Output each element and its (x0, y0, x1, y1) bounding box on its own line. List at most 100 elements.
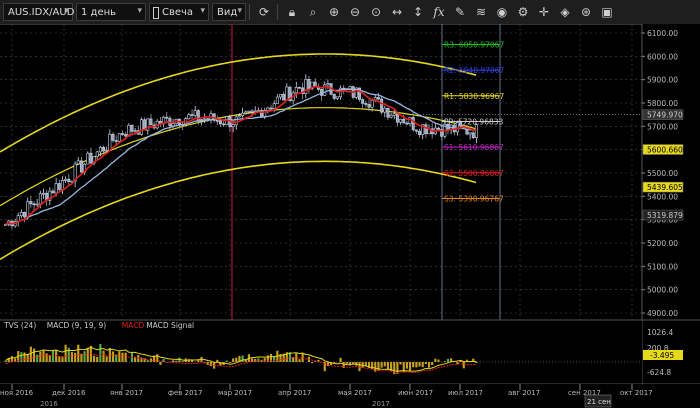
channel-lower (0, 160, 477, 260)
timeframe-value: 1 день (81, 6, 117, 18)
macd-histogram-bar (4, 360, 7, 362)
price-label: 5319.879 (647, 211, 683, 220)
candle-body (196, 110, 200, 122)
candle-body (411, 117, 415, 131)
screenshot-icon[interactable]: ▣ (597, 2, 617, 22)
macd-histogram-bar (348, 362, 352, 365)
candle-body (23, 212, 27, 218)
macd-histogram-bar (111, 351, 115, 362)
macd-value-label: -3.495 (650, 351, 674, 360)
indicator-legend-item: MACD (122, 321, 145, 330)
timeframe-select[interactable]: 1 день ▾ (76, 3, 146, 21)
pencil-icon[interactable]: ✎ (450, 2, 470, 22)
pivot-label: R2: 5940.97067 (444, 66, 504, 75)
candle-body (95, 151, 99, 157)
candle-body (187, 114, 191, 120)
price-chart[interactable]: R3: 6050.97067 R2: 5940.97067 R1: 5830.969… (0, 24, 700, 408)
macd-histogram-bar (311, 362, 314, 364)
price-tick-label: 5400.00 (647, 192, 678, 201)
price-tick-label: 6100.00 (647, 29, 678, 38)
candle-body (418, 130, 422, 135)
moving-averages (5, 85, 477, 226)
candle-body (57, 183, 61, 190)
candle-body (79, 160, 83, 173)
candle-body (471, 132, 475, 138)
candle-body (218, 120, 222, 125)
settings-icon[interactable]: ⚙ (513, 2, 533, 22)
view-select[interactable]: Вид ▾ (212, 3, 246, 21)
candle-body (105, 149, 109, 152)
candle-body (121, 133, 124, 135)
chart-type-value: Свеча (162, 6, 194, 18)
chart-type-select[interactable]: Свеча ▾ (149, 3, 209, 21)
price-tick-label: 5200.00 (647, 239, 678, 248)
zoom-in-icon[interactable]: ⊕ (324, 2, 344, 22)
price-tick-label: 5800.00 (647, 99, 678, 108)
price-tick-label: 5100.00 (647, 262, 678, 271)
price-label: 5439.605 (647, 183, 683, 192)
time-tick-label: авг 2017 (508, 389, 540, 397)
candle-body (234, 116, 238, 126)
macd-histogram-bar (102, 350, 105, 362)
macd-histogram-bar (118, 351, 121, 362)
candle-body (139, 119, 143, 135)
candle-body (237, 115, 241, 118)
candle-body (279, 94, 282, 98)
macd-histogram-bar (364, 362, 367, 366)
macd-histogram-bar (399, 362, 402, 365)
price-tick-label: 5900.00 (647, 76, 678, 85)
macd-histogram-bar (124, 352, 127, 362)
candles (4, 74, 478, 230)
candle-body (361, 99, 365, 104)
candle-body (193, 110, 197, 116)
candle-body (89, 152, 93, 164)
lock-icon[interactable]: 🔒︎ (282, 2, 302, 22)
zoom-out-icon[interactable]: ⊖ (345, 2, 365, 22)
layers-icon[interactable]: ≋ (471, 2, 491, 22)
macd-histogram-bar (83, 351, 86, 362)
candle-body (108, 133, 112, 151)
macd-histogram-bar (58, 356, 61, 362)
indicator-legend-item: MACD (9, 19, 9) (47, 321, 106, 330)
candle-body (272, 103, 276, 109)
macd-histogram-bar (99, 343, 102, 362)
candle-body (32, 203, 36, 206)
candle-body (250, 110, 254, 113)
time-tick-label: дек 2016 (52, 389, 86, 397)
candle-body (342, 87, 346, 90)
candle-body (247, 110, 251, 113)
macd-histogram-bar (26, 353, 29, 362)
candle-body (149, 118, 153, 126)
crosshair-icon[interactable]: ✛ (534, 2, 554, 22)
candle-body (307, 79, 311, 89)
scroll-horizontal-icon[interactable]: ↔ (387, 2, 407, 22)
candle-body (102, 146, 106, 152)
fx-icon[interactable]: fx (429, 2, 449, 22)
zoom-reset-icon[interactable]: ⊙ (366, 2, 386, 22)
candle-body (98, 146, 102, 153)
year-label: 2017 (372, 400, 390, 408)
candle-body (364, 103, 368, 105)
price-tick-label: 5500.00 (647, 169, 678, 178)
candle-body (171, 123, 175, 127)
scroll-vertical-icon[interactable]: ↕ (408, 2, 428, 22)
candle-body (133, 130, 137, 132)
macd-histogram-bar (23, 352, 26, 362)
price-label: 5749.970 (647, 111, 683, 120)
candle-body (117, 133, 121, 142)
candle-body (165, 116, 169, 119)
macd-histogram-bar (333, 362, 336, 363)
candle-body (468, 132, 472, 135)
candle-body (190, 114, 194, 116)
paint-icon[interactable]: ◈ (555, 2, 575, 22)
macd-histogram-bar (29, 346, 32, 362)
indicators-icon[interactable]: ⊛ (576, 2, 596, 22)
macd-histogram-bar (32, 348, 36, 362)
eye-icon[interactable]: ◉ (492, 2, 512, 22)
refresh-icon[interactable]: ⟳ (254, 2, 274, 22)
symbol-select[interactable]: AUS.IDX/AUD ▾ (3, 3, 74, 21)
price-label: 5600.660 (647, 146, 683, 155)
zoom-fit-icon[interactable]: ⌕ (303, 2, 323, 22)
macd-histogram-bar (92, 355, 96, 362)
macd-histogram-bar (386, 362, 390, 370)
